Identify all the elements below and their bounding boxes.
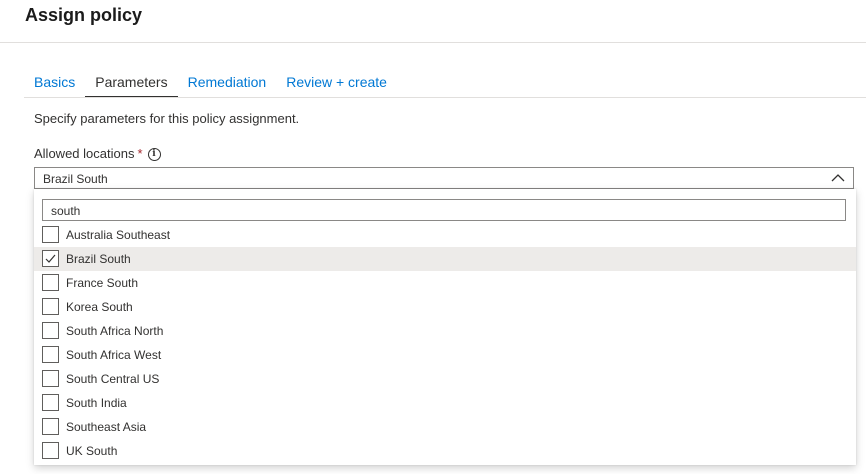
allowed-locations-dropdown[interactable]: Brazil South	[34, 167, 854, 189]
dropdown-panel: south Australia Southeast Brazil South F…	[34, 189, 856, 465]
option-south-central-us[interactable]: South Central US	[34, 367, 856, 391]
option-label: Korea South	[66, 300, 133, 314]
option-label: South Central US	[66, 372, 160, 386]
option-south-africa-west[interactable]: South Africa West	[34, 343, 856, 367]
tab-basics[interactable]: Basics	[24, 68, 85, 98]
option-label: UK South	[66, 444, 118, 458]
search-input-value: south	[51, 204, 81, 218]
checkbox[interactable]	[42, 418, 59, 435]
tab-parameters[interactable]: Parameters	[85, 68, 178, 98]
option-australia-southeast[interactable]: Australia Southeast	[34, 223, 856, 247]
option-label: Southeast Asia	[66, 420, 147, 434]
checkbox[interactable]	[42, 370, 59, 387]
option-label: France South	[66, 276, 139, 290]
info-icon[interactable]: i	[147, 147, 161, 161]
section-description: Specify parameters for this policy assig…	[34, 111, 300, 126]
option-south-india[interactable]: South India	[34, 391, 856, 415]
checkbox[interactable]	[42, 274, 59, 291]
checkbox[interactable]	[42, 298, 59, 315]
option-southeast-asia[interactable]: Southeast Asia	[34, 415, 856, 439]
checkbox[interactable]	[42, 322, 59, 339]
option-korea-south[interactable]: Korea South	[34, 295, 856, 319]
option-label: Brazil South	[66, 252, 131, 266]
option-south-africa-north[interactable]: South Africa North	[34, 319, 856, 343]
checkmark-icon	[45, 254, 56, 263]
required-marker: *	[137, 146, 143, 161]
dropdown-selected-value: Brazil South	[43, 172, 108, 186]
checkbox[interactable]	[42, 442, 59, 459]
option-brazil-south[interactable]: Brazil South	[34, 247, 856, 271]
option-label: Australia Southeast	[66, 228, 171, 242]
dropdown-search-input[interactable]: south	[42, 199, 846, 221]
checkbox[interactable]	[42, 346, 59, 363]
tab-review-create[interactable]: Review + create	[276, 68, 397, 98]
option-label: South Africa North	[66, 324, 164, 338]
checkbox[interactable]	[42, 250, 59, 267]
title-divider	[0, 42, 866, 43]
option-label: South Africa West	[66, 348, 162, 362]
field-label-text: Allowed locations	[34, 146, 135, 161]
tab-remediation[interactable]: Remediation	[178, 68, 277, 98]
options-list: Australia Southeast Brazil South France …	[34, 223, 856, 463]
option-uk-south[interactable]: UK South	[34, 439, 856, 463]
option-label: South India	[66, 396, 127, 410]
allowed-locations-label: Allowed locations * i	[34, 146, 161, 162]
checkbox[interactable]	[42, 394, 59, 411]
tab-bar: Basics Parameters Remediation Review + c…	[24, 68, 397, 98]
option-france-south[interactable]: France South	[34, 271, 856, 295]
page-title: Assign policy	[25, 5, 143, 25]
checkbox[interactable]	[42, 226, 59, 243]
chevron-up-icon[interactable]	[831, 172, 845, 184]
assign-policy-page: Assign policy Basics Parameters Remediat…	[0, 0, 866, 474]
tabs-divider	[24, 97, 866, 98]
